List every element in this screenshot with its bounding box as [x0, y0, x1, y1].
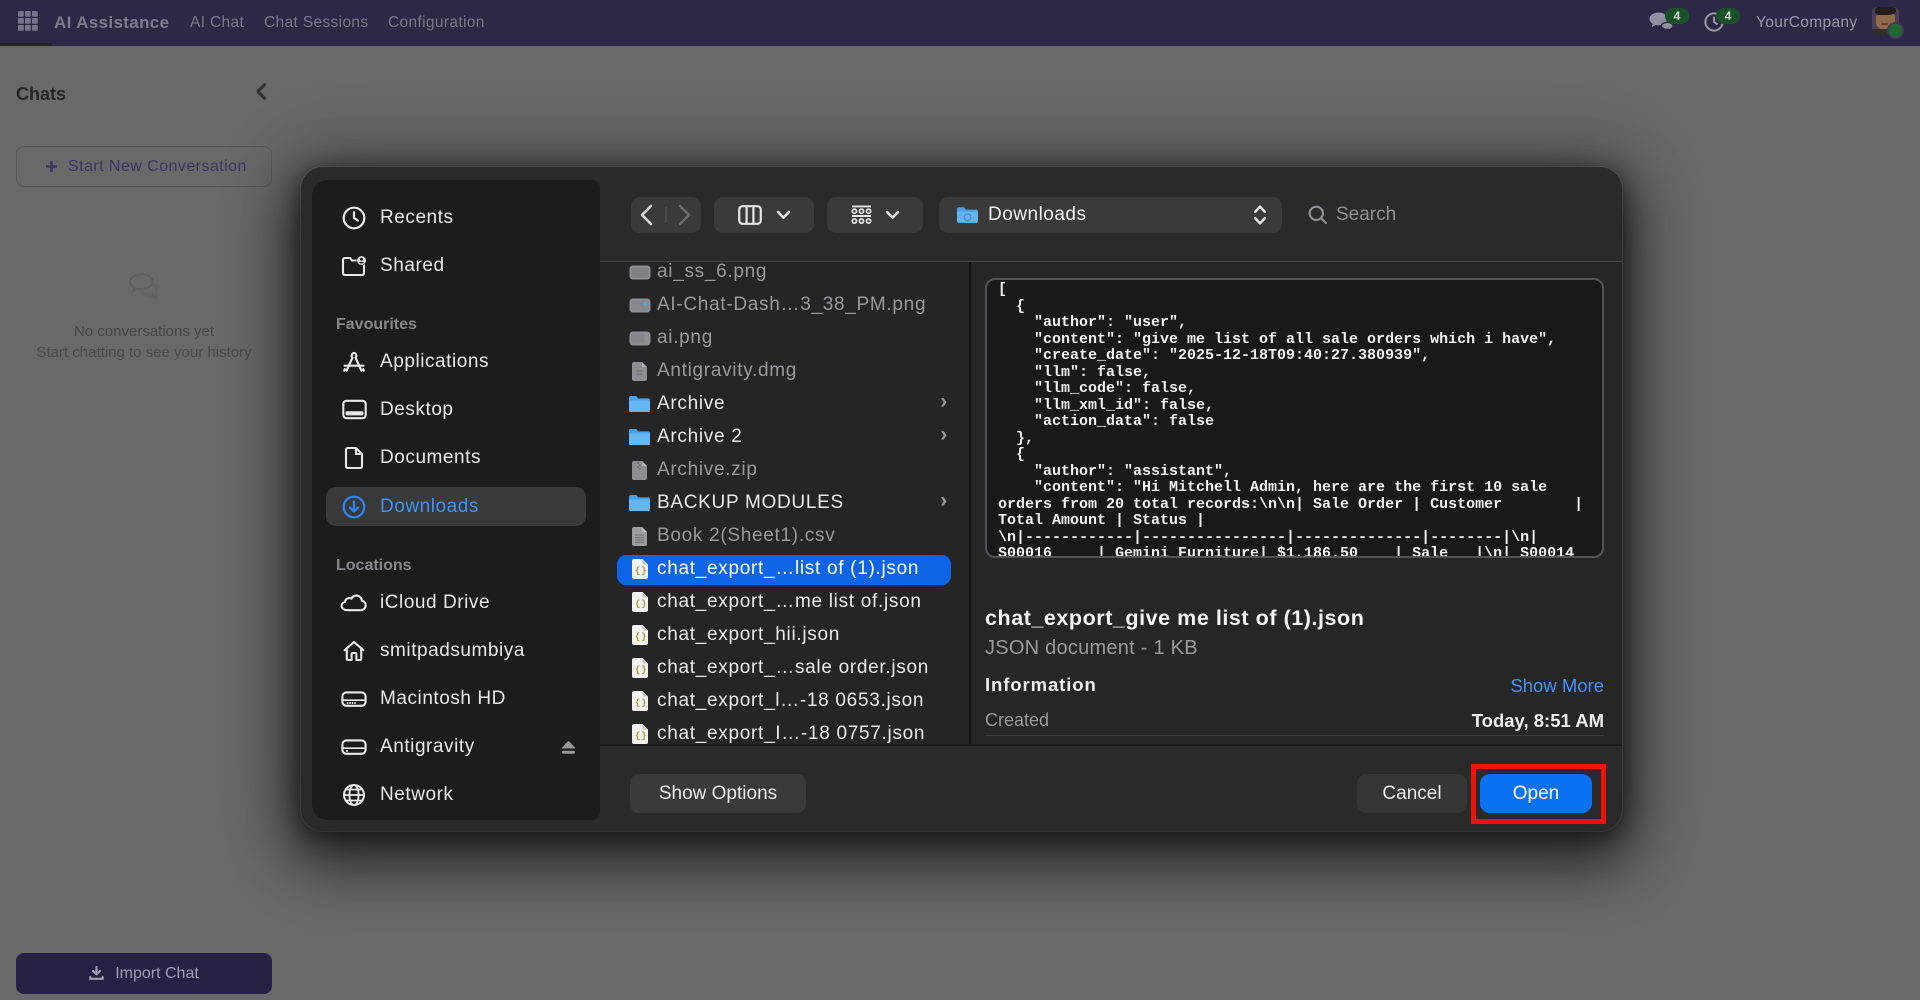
svg-text:{}: {} — [635, 698, 647, 708]
svg-text:{}: {} — [635, 665, 647, 675]
svg-text:{}: {} — [635, 731, 647, 741]
svg-text:{}: {} — [635, 632, 647, 642]
svg-text:{}: {} — [635, 599, 647, 609]
svg-text:{}: {} — [635, 566, 647, 576]
